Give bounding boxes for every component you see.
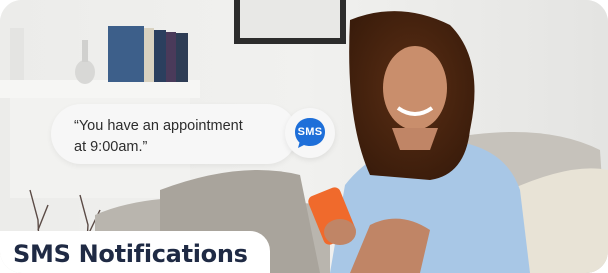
wall-frame [234, 0, 346, 44]
sms-badge: SMS [285, 108, 335, 158]
page-title: SMS Notifications [13, 240, 248, 268]
title-tab: SMS Notifications [0, 231, 270, 273]
message-bubble: “You have an appointment at 9:00am.” [51, 104, 297, 164]
hero-card: “You have an appointment at 9:00am.” SMS… [0, 0, 608, 273]
sms-label: SMS [297, 125, 323, 138]
message-text: “You have an appointment at 9:00am.” [74, 118, 243, 155]
